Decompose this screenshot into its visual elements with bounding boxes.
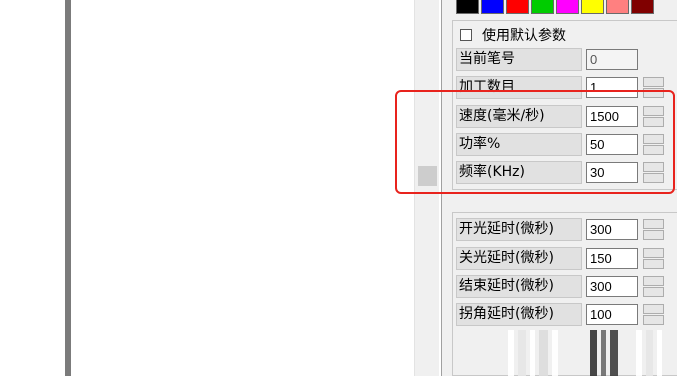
laser-off-delay-label: 关光延时(微秒): [456, 247, 582, 270]
laser-off-delay-spinner[interactable]: [643, 248, 664, 269]
pen-color-swatch-blue[interactable]: [481, 0, 504, 14]
laser-off-delay-field[interactable]: 150: [586, 248, 638, 269]
pen-color-swatch-red[interactable]: [506, 0, 529, 14]
use-default-params-row[interactable]: 使用默认参数: [460, 26, 566, 44]
pen-color-swatch-yellow[interactable]: [581, 0, 604, 14]
pen-color-swatches: [456, 0, 656, 14]
laser-on-delay-spin-up[interactable]: [643, 219, 664, 229]
corner-delay-spinner[interactable]: [643, 304, 664, 325]
pen-color-swatch-green[interactable]: [531, 0, 554, 14]
laser-on-delay-label: 开光延时(微秒): [456, 218, 582, 241]
laser-off-delay-spin-down[interactable]: [643, 259, 664, 269]
laser-on-delay-spinner[interactable]: [643, 219, 664, 240]
corner-delay-spin-down[interactable]: [643, 315, 664, 325]
corner-delay-spin-up[interactable]: [643, 304, 664, 314]
end-delay-spin-down[interactable]: [643, 287, 664, 297]
laser-on-delay-spin-down[interactable]: [643, 230, 664, 240]
pen-color-swatch-maroon[interactable]: [631, 0, 654, 14]
use-default-params-label: 使用默认参数: [482, 28, 566, 44]
laser-on-delay-field[interactable]: 300: [586, 219, 638, 240]
pen-number-label: 当前笔号: [456, 48, 582, 71]
use-default-params-checkbox[interactable]: [460, 29, 472, 41]
pen-color-swatch-pink[interactable]: [606, 0, 629, 14]
watermark-overlay: [508, 330, 668, 376]
end-delay-label: 结束延时(微秒): [456, 275, 582, 298]
drawing-canvas[interactable]: [71, 0, 414, 376]
pen-color-swatch-black[interactable]: [456, 0, 479, 14]
corner-delay-label: 拐角延时(微秒): [456, 303, 582, 326]
pen-number-field: 0: [586, 49, 638, 70]
end-delay-spinner[interactable]: [643, 276, 664, 297]
corner-delay-field[interactable]: 100: [586, 304, 638, 325]
end-delay-field[interactable]: 300: [586, 276, 638, 297]
speed-power-frequency-highlight: [395, 90, 675, 194]
end-delay-spin-up[interactable]: [643, 276, 664, 286]
pen-color-swatch-magenta[interactable]: [556, 0, 579, 14]
laser-off-delay-spin-up[interactable]: [643, 248, 664, 258]
process-count-spin-up[interactable]: [643, 77, 664, 87]
